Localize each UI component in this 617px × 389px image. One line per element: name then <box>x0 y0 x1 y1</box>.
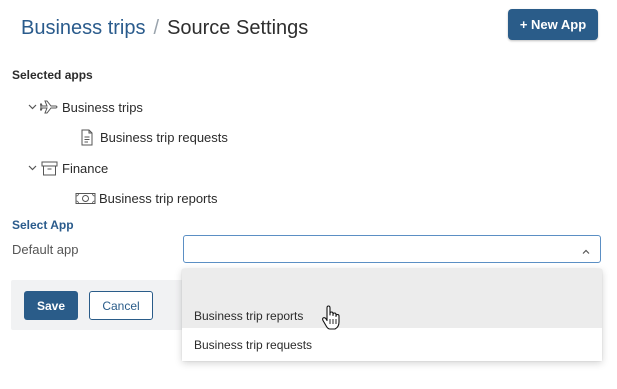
airplane-icon <box>39 98 59 116</box>
breadcrumb-separator: / <box>153 16 160 39</box>
default-app-label: Default app <box>12 242 79 257</box>
tree-group-label: Business trips <box>62 99 143 115</box>
tree-item-label: Business trip reports <box>99 190 218 206</box>
chevron-up-icon[interactable] <box>581 244 591 254</box>
tree-item-business-trip-requests[interactable]: Business trip requests <box>77 127 228 147</box>
tree-item-business-trip-reports[interactable]: Business trip reports <box>74 188 218 208</box>
selected-apps-title: Selected apps <box>12 68 93 82</box>
cancel-button[interactable]: Cancel <box>89 291 153 320</box>
page-title: Source Settings <box>167 16 309 39</box>
banknote-icon <box>74 189 96 207</box>
new-app-button[interactable]: + New App <box>508 9 598 40</box>
chevron-down-icon[interactable] <box>27 102 37 112</box>
breadcrumb: Business trips / Source Settings <box>21 14 308 42</box>
dropdown-option-business-trip-requests[interactable]: Business trip requests <box>182 328 602 361</box>
breadcrumb-link-business-trips[interactable]: Business trips <box>21 17 146 40</box>
tree-group-label: Finance <box>62 160 109 176</box>
default-app-select[interactable] <box>183 235 601 263</box>
dropdown-option-empty[interactable] <box>182 269 602 298</box>
document-icon <box>77 128 97 146</box>
archive-box-icon <box>39 159 59 177</box>
tree-group-business-trips[interactable]: Business trips <box>27 97 143 117</box>
chevron-down-icon[interactable] <box>27 163 37 173</box>
default-app-dropdown: Business trip reports Business trip requ… <box>182 269 602 361</box>
save-button[interactable]: Save <box>24 291 78 320</box>
tree-group-finance[interactable]: Finance <box>27 158 108 178</box>
dropdown-option-business-trip-reports[interactable]: Business trip reports <box>182 298 602 328</box>
tree-item-label: Business trip requests <box>100 129 228 145</box>
select-app-title: Select App <box>12 218 74 232</box>
